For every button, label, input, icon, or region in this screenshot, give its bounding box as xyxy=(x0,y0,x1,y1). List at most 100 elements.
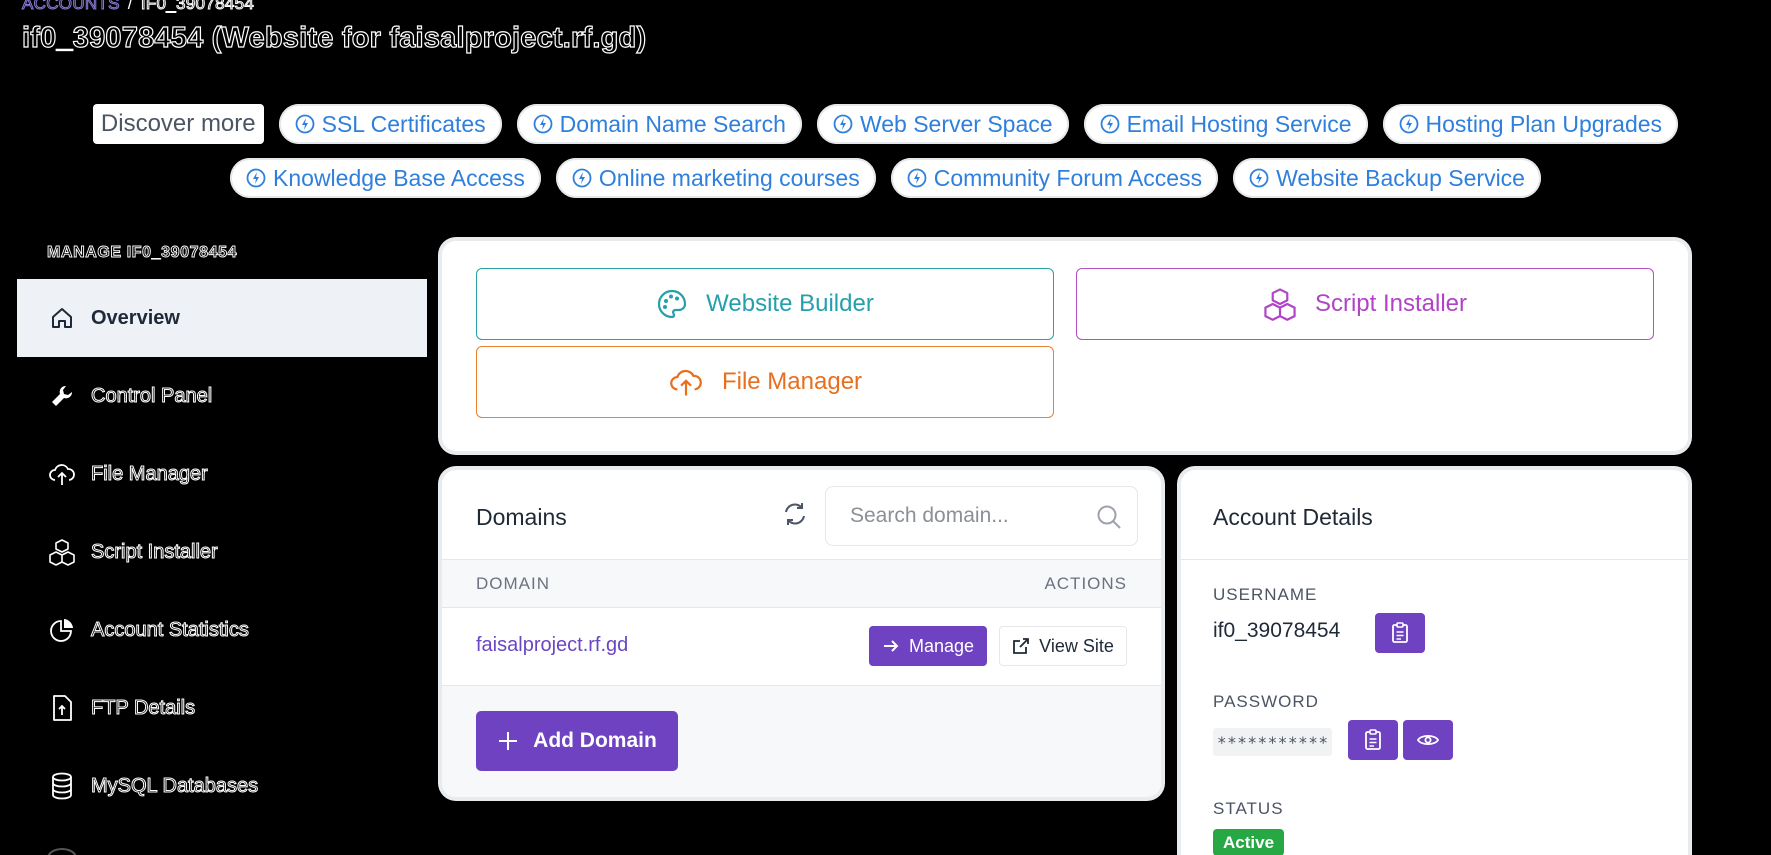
domain-search-box[interactable] xyxy=(825,486,1138,546)
breadcrumb-accounts-link[interactable]: ACCOUNTS xyxy=(22,0,120,14)
bolt-icon xyxy=(833,114,853,134)
page-title: if0_39078454 (Website for faisalproject.… xyxy=(21,21,647,54)
pill-web-server-space[interactable]: Web Server Space xyxy=(816,104,1069,144)
domain-search-input[interactable] xyxy=(850,504,1080,528)
palette-icon xyxy=(658,289,687,319)
table-row: faisalproject.rf.gd Manage View Site xyxy=(442,608,1161,686)
eye-icon xyxy=(1417,734,1439,746)
pill-label: Community Forum Access xyxy=(933,164,1203,191)
sidebar-item-account-statistics[interactable]: Account Statistics xyxy=(17,591,427,669)
domains-card: Domains DOMAIN ACTIONS faisalproject.rf.… xyxy=(442,470,1161,797)
bolt-icon xyxy=(533,114,553,134)
database-icon xyxy=(47,771,77,801)
sidebar-item-ftp-details[interactable]: FTP Details xyxy=(17,669,427,747)
discover-row-1: Discover more SSL Certificates Domain Na… xyxy=(0,104,1771,144)
bolt-icon xyxy=(295,114,315,134)
sidebar-heading: MANAGE IF0_39078454 xyxy=(47,244,238,262)
discover-more-label: Discover more xyxy=(92,104,264,144)
cubes-icon xyxy=(1264,288,1296,321)
file-upload-icon xyxy=(47,693,77,723)
pill-hosting-plan-upgrades[interactable]: Hosting Plan Upgrades xyxy=(1382,104,1679,144)
add-domain-button[interactable]: Add Domain xyxy=(476,711,678,771)
file-manager-label: File Manager xyxy=(721,368,863,395)
pill-label: Email Hosting Service xyxy=(1126,110,1352,137)
bolt-icon xyxy=(1399,114,1418,134)
sidebar-item-label: Script Installer xyxy=(91,540,219,563)
pill-label: Hosting Plan Upgrades xyxy=(1425,110,1663,137)
password-label: PASSWORD xyxy=(1213,692,1319,711)
sidebar-item-label: Account Statistics xyxy=(91,618,250,641)
arrow-right-icon xyxy=(883,640,899,652)
sidebar-item-label: Overview xyxy=(91,306,180,329)
status-badge: Active xyxy=(1213,829,1285,855)
manage-button[interactable]: Manage xyxy=(869,626,987,666)
breadcrumb-current: IF0_39078454 xyxy=(140,0,255,14)
clipboard-icon xyxy=(1392,622,1408,643)
plus-icon xyxy=(499,732,518,750)
username-label: USERNAME xyxy=(1213,585,1318,604)
password-value: *********** xyxy=(1213,728,1333,756)
pill-label: Online marketing courses xyxy=(598,164,860,191)
sidebar-item-control-panel[interactable]: Control Panel xyxy=(17,357,427,435)
cloud-upload-icon xyxy=(670,369,702,396)
domains-table-header: DOMAIN ACTIONS xyxy=(442,559,1161,608)
account-details-title: Account Details xyxy=(1213,504,1373,530)
pill-ssl-certificates[interactable]: SSL Certificates xyxy=(278,104,502,144)
copy-password-button[interactable] xyxy=(1348,720,1398,760)
view-site-button[interactable]: View Site xyxy=(999,626,1127,666)
bolt-icon xyxy=(1100,114,1119,134)
view-site-label: View Site xyxy=(1039,635,1114,656)
pill-website-backup-service[interactable]: Website Backup Service xyxy=(1233,158,1541,198)
pill-community-forum-access[interactable]: Community Forum Access xyxy=(890,158,1219,198)
pill-email-hosting-service[interactable]: Email Hosting Service xyxy=(1083,104,1368,144)
username-value: if0_39078454 xyxy=(1213,619,1341,642)
website-builder-label: Website Builder xyxy=(706,290,874,317)
sidebar-item-label: File Manager xyxy=(91,462,209,485)
bolt-icon xyxy=(246,168,266,188)
domain-link[interactable]: faisalproject.rf.gd xyxy=(476,634,628,657)
external-link-icon xyxy=(1013,638,1030,654)
script-installer-label: Script Installer xyxy=(1314,290,1468,317)
discover-row-2: Knowledge Base Access Online marketing c… xyxy=(0,158,1771,198)
script-installer-button[interactable]: Script Installer xyxy=(1076,268,1654,340)
status-label: STATUS xyxy=(1213,799,1284,818)
account-details-card: Account Details USERNAME if0_39078454 PA… xyxy=(1181,470,1688,855)
sidebar-item-label: FTP Details xyxy=(90,696,196,719)
home-icon xyxy=(47,303,77,333)
pill-label: Knowledge Base Access xyxy=(273,164,525,191)
sidebar-item-label: Control Panel xyxy=(90,384,213,407)
wrench-icon xyxy=(47,381,77,411)
file-manager-button[interactable]: File Manager xyxy=(476,346,1054,418)
refresh-icon[interactable] xyxy=(781,500,811,530)
sidebar-item-label: MySQL Databases xyxy=(90,774,259,797)
bolt-icon xyxy=(1249,168,1269,188)
pill-knowledge-base-access[interactable]: Knowledge Base Access xyxy=(230,158,541,198)
sidebar-item-mysql-databases[interactable]: MySQL Databases xyxy=(17,747,427,825)
search-icon xyxy=(1097,505,1121,529)
divider xyxy=(1181,559,1688,560)
pie-chart-icon xyxy=(47,615,77,645)
copy-username-button[interactable] xyxy=(1375,613,1425,653)
bolt-icon xyxy=(907,168,927,188)
sidebar-item-overview[interactable]: Overview xyxy=(17,279,427,357)
pill-label: Web Server Space xyxy=(859,110,1053,137)
sidebar-item-file-manager[interactable]: File Manager xyxy=(17,435,427,513)
breadcrumb: ACCOUNTS / IF0_39078454 xyxy=(22,0,255,14)
cloud-upload-icon xyxy=(47,459,77,489)
pill-label: Domain Name Search xyxy=(559,110,786,137)
cubes-icon xyxy=(47,537,77,567)
show-password-button[interactable] xyxy=(1403,720,1453,760)
breadcrumb-separator: / xyxy=(127,0,133,13)
website-builder-button[interactable]: Website Builder xyxy=(476,268,1054,340)
pill-domain-name-search[interactable]: Domain Name Search xyxy=(516,104,802,144)
sidebar-item-script-installer[interactable]: Script Installer xyxy=(17,513,427,591)
quick-tools-card: Website Builder Script Installer File Ma… xyxy=(442,241,1688,451)
pill-label: Website Backup Service xyxy=(1276,164,1525,191)
bolt-icon xyxy=(572,168,592,188)
pill-label: SSL Certificates xyxy=(321,110,486,137)
pill-online-marketing-courses[interactable]: Online marketing courses xyxy=(555,158,876,198)
add-domain-label: Add Domain xyxy=(533,729,657,752)
column-header-domain: DOMAIN xyxy=(476,574,550,593)
domains-title: Domains xyxy=(476,504,567,530)
sidebar-next-item-icon xyxy=(47,848,77,855)
